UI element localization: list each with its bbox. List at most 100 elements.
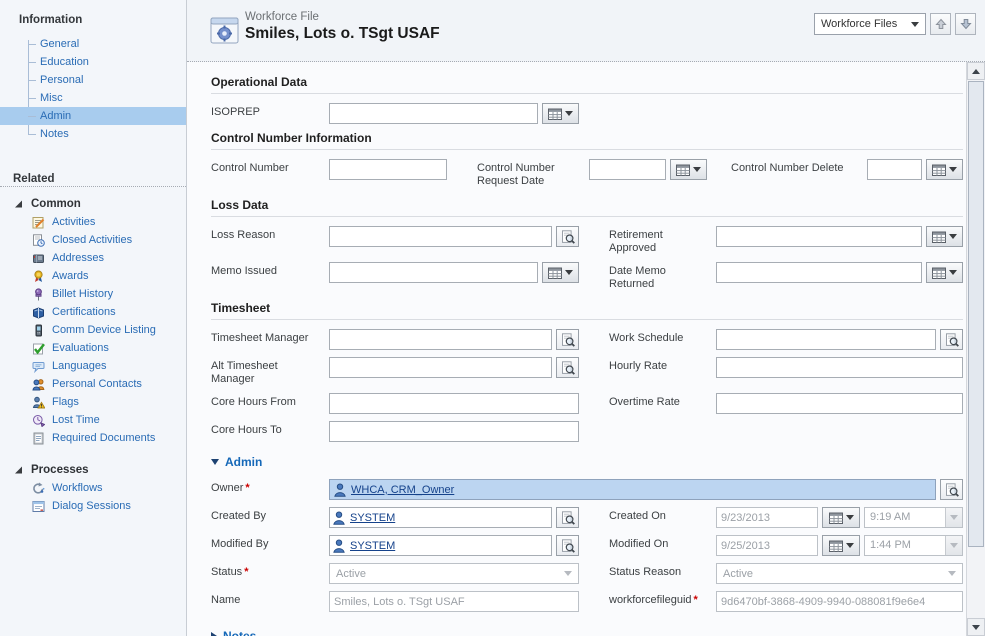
sidebar-item-comm-device-listing[interactable]: Comm Device Listing <box>0 321 186 339</box>
sidebar-item-flags[interactable]: Flags <box>0 393 186 411</box>
sidebar-item-lost-time[interactable]: Lost Time <box>0 411 186 429</box>
core-hours-from-input[interactable] <box>329 393 579 414</box>
billet-history-icon <box>31 287 45 301</box>
sidebar-item-personal[interactable]: Personal <box>0 71 186 89</box>
record-set-selected-value: Workforce Files <box>821 18 897 30</box>
previous-record-button[interactable] <box>930 13 951 35</box>
required-documents-icon <box>31 431 45 445</box>
sidebar-item-languages[interactable]: Languages <box>0 357 186 375</box>
sidebar-item-workflows[interactable]: Workflows <box>0 479 186 497</box>
control-number-delete-label: Control Number Delete <box>731 159 867 188</box>
modified-on-time-value: 1:44 PM <box>865 536 945 555</box>
sidebar-item-label: General <box>40 38 79 50</box>
retirement-approved-input[interactable] <box>716 226 922 247</box>
loss-reason-lookup-button[interactable] <box>556 226 579 247</box>
created-by-lookup-field[interactable]: SYSTEM <box>329 507 552 528</box>
sidebar-item-required-documents[interactable]: Required Documents <box>0 429 186 447</box>
owner-link[interactable]: WHCA, CRM_Owner <box>351 484 454 496</box>
sidebar-item-awards[interactable]: Awards <box>0 267 186 285</box>
modified-on-date-picker-button[interactable] <box>822 535 860 556</box>
sidebar-item-notes[interactable]: Notes <box>0 125 186 143</box>
common-group-header[interactable]: Common <box>0 195 186 213</box>
sidebar-item-admin[interactable]: Admin <box>0 107 186 125</box>
sidebar-item-misc[interactable]: Misc <box>0 89 186 107</box>
core-hours-to-input[interactable] <box>329 421 579 442</box>
modified-by-lookup-button[interactable] <box>556 535 579 556</box>
chevron-down-icon <box>949 234 957 239</box>
date-memo-returned-date-picker-button[interactable] <box>926 262 963 283</box>
alt-timesheet-manager-row: Alt Timesheet Manager Hourly Rate <box>211 357 963 386</box>
sidebar-item-dialog-sessions[interactable]: Dialog Sessions <box>0 497 186 515</box>
timesheet-manager-input[interactable] <box>329 329 552 350</box>
isoprep-input[interactable] <box>329 103 538 124</box>
sidebar-item-certifications[interactable]: Certifications <box>0 303 186 321</box>
memo-issued-input[interactable] <box>329 262 538 283</box>
sidebar-item-billet-history[interactable]: Billet History <box>0 285 186 303</box>
admin-section-header[interactable]: Admin <box>211 455 963 469</box>
sidebar-item-evaluations[interactable]: Evaluations <box>0 339 186 357</box>
awards-icon <box>31 269 45 283</box>
control-number-delete-date-picker-button[interactable] <box>926 159 963 180</box>
notes-section-header[interactable]: Notes <box>211 629 963 636</box>
scroll-up-button[interactable] <box>967 62 985 80</box>
magnifier-icon <box>945 483 959 497</box>
retirement-approved-date-picker-button[interactable] <box>926 226 963 247</box>
personal-contacts-icon <box>31 377 45 391</box>
sidebar-item-label: Addresses <box>52 252 104 264</box>
overtime-rate-input[interactable] <box>716 393 963 414</box>
alt-timesheet-manager-lookup-button[interactable] <box>556 357 579 378</box>
modified-by-link[interactable]: SYSTEM <box>350 540 395 552</box>
sidebar-item-personal-contacts[interactable]: Personal Contacts <box>0 375 186 393</box>
sidebar-item-education[interactable]: Education <box>0 53 186 71</box>
sidebar-item-general[interactable]: General <box>0 35 186 53</box>
calendar-icon <box>548 267 562 279</box>
control-number-delete-input[interactable] <box>867 159 922 180</box>
created-by-link[interactable]: SYSTEM <box>350 512 395 524</box>
created-on-time-value: 9:19 AM <box>865 508 945 527</box>
work-schedule-input[interactable] <box>716 329 936 350</box>
sidebar-item-closed-activities[interactable]: Closed Activities <box>0 231 186 249</box>
section-title-admin: Admin <box>225 455 262 469</box>
chevron-down-icon <box>949 270 957 275</box>
record-set-select[interactable]: Workforce Files <box>814 13 926 35</box>
next-record-button[interactable] <box>955 13 976 35</box>
information-nav: General Education Personal Misc Admin No… <box>0 35 186 143</box>
magnifier-icon <box>945 333 959 347</box>
modified-on-date-input <box>716 535 818 556</box>
arrow-down-icon <box>972 625 980 630</box>
processes-group-header[interactable]: Processes <box>0 461 186 479</box>
date-memo-returned-label: Date Memo Returned <box>609 262 716 291</box>
created-by-lookup-button[interactable] <box>556 507 579 528</box>
chevron-down-icon <box>565 111 573 116</box>
memo-issued-date-picker-button[interactable] <box>542 262 579 283</box>
owner-lookup-field[interactable]: WHCA, CRM_Owner <box>329 479 936 500</box>
timesheet-manager-lookup-button[interactable] <box>556 329 579 350</box>
modified-by-lookup-field[interactable]: SYSTEM <box>329 535 552 556</box>
status-row: Status* Active Status Reason Active <box>211 563 963 584</box>
control-number-input[interactable] <box>329 159 447 180</box>
sidebar-item-label: Languages <box>52 360 106 372</box>
chevron-down-icon <box>950 515 958 520</box>
owner-lookup-button[interactable] <box>940 479 963 500</box>
date-memo-returned-input[interactable] <box>716 262 922 283</box>
chevron-down-icon <box>911 22 919 27</box>
control-number-request-date-picker-button[interactable] <box>670 159 707 180</box>
isoprep-date-picker-button[interactable] <box>542 103 579 124</box>
loss-reason-input[interactable] <box>329 226 552 247</box>
calendar-icon <box>829 512 843 524</box>
chevron-down-icon <box>693 167 701 172</box>
vertical-scrollbar[interactable] <box>966 62 985 636</box>
sidebar-item-label: Certifications <box>52 306 116 318</box>
sidebar-item-addresses[interactable]: Addresses <box>0 249 186 267</box>
scroll-down-button[interactable] <box>967 618 985 636</box>
sidebar-item-activities[interactable]: Activities <box>0 213 186 231</box>
sidebar-item-label: Misc <box>40 92 63 104</box>
workforce-file-entity-icon <box>207 13 243 49</box>
work-schedule-lookup-button[interactable] <box>940 329 963 350</box>
alt-timesheet-manager-input[interactable] <box>329 357 552 378</box>
form-body: Operational Data ISOPREP Control Number … <box>187 62 967 636</box>
control-number-request-date-input[interactable] <box>589 159 666 180</box>
hourly-rate-input[interactable] <box>716 357 963 378</box>
created-on-date-picker-button[interactable] <box>822 507 860 528</box>
scrollbar-thumb[interactable] <box>968 81 984 547</box>
